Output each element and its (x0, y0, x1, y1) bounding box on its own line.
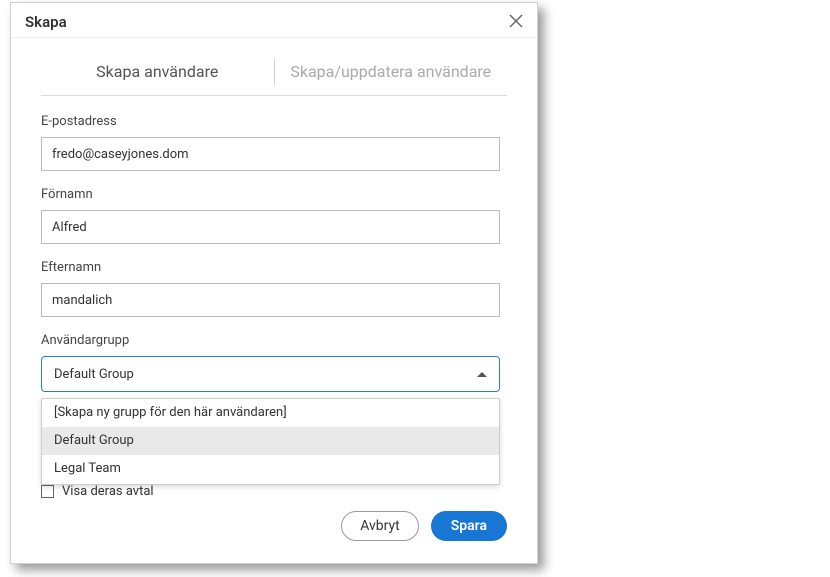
user-group-label: Användargrupp (41, 333, 507, 348)
checkbox-row-view-agreements: Visa deras avtal (41, 484, 507, 499)
form-body: E-postadress Förnamn Efternamn Användarg… (11, 96, 537, 499)
user-group-dropdown-list: [Skapa ny grupp för den här användaren] … (41, 398, 500, 485)
user-group-dropdown-wrapper: Default Group [Skapa ny grupp för den hä… (41, 356, 500, 392)
user-group-select[interactable]: Default Group (41, 356, 500, 392)
dropdown-option-default-group[interactable]: Default Group (42, 427, 499, 455)
field-email: E-postadress (41, 114, 507, 171)
close-icon[interactable] (509, 13, 525, 29)
first-name-label: Förnamn (41, 187, 507, 202)
create-dialog: Skapa Skapa användare Skapa/uppdatera an… (10, 2, 538, 564)
first-name-input[interactable] (41, 210, 500, 244)
tabs: Skapa användare Skapa/uppdatera användar… (41, 48, 507, 96)
cancel-button[interactable]: Avbryt (341, 511, 419, 541)
tab-create-update-user[interactable]: Skapa/uppdatera användare (275, 48, 508, 95)
chevron-up-icon (477, 372, 487, 377)
field-first-name: Förnamn (41, 187, 507, 244)
last-name-input[interactable] (41, 283, 500, 317)
user-group-selected-value: Default Group (54, 367, 134, 382)
field-last-name: Efternamn (41, 260, 507, 317)
email-input[interactable] (41, 137, 500, 171)
email-label: E-postadress (41, 114, 507, 129)
dialog-title: Skapa (25, 13, 523, 31)
view-agreements-label: Visa deras avtal (62, 484, 154, 499)
view-agreements-checkbox[interactable] (41, 485, 54, 498)
tab-create-user[interactable]: Skapa användare (41, 48, 274, 95)
dialog-header: Skapa (11, 3, 537, 38)
save-button[interactable]: Spara (431, 511, 507, 541)
dropdown-option-legal-team[interactable]: Legal Team (42, 455, 499, 483)
field-user-group: Användargrupp Default Group [Skapa ny gr… (41, 333, 507, 392)
dropdown-option-new-group[interactable]: [Skapa ny grupp för den här användaren] (42, 399, 499, 427)
last-name-label: Efternamn (41, 260, 507, 275)
button-row: Avbryt Spara (11, 499, 537, 557)
